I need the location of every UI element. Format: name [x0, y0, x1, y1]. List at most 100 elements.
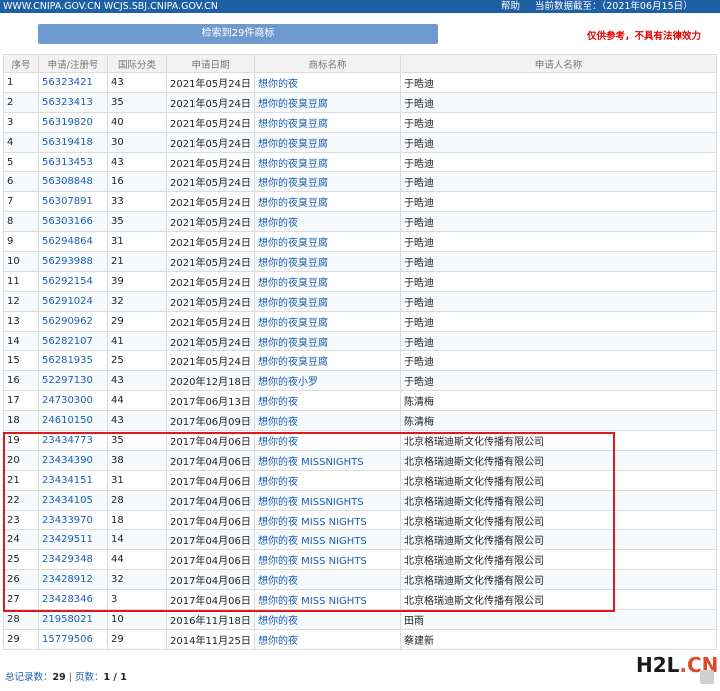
cell-mark-name[interactable]: 想你的夜: [254, 430, 401, 451]
cell-index: 12: [3, 290, 39, 312]
cell-applicant: 于晧迪: [400, 91, 717, 113]
cell-applicant: 陈清梅: [400, 390, 717, 412]
site-urls[interactable]: WWW.CNIPA.GOV.CN WCJS.SBJ.CNIPA.GOV.CN: [3, 0, 218, 13]
cell-class: 28: [107, 489, 167, 511]
cell-reg-number[interactable]: 15779506: [38, 628, 108, 650]
cell-mark-name[interactable]: 想你的夜: [254, 72, 401, 93]
cell-date: 2021年05月24日: [166, 191, 255, 213]
cell-applicant: 于晧迪: [400, 191, 717, 213]
cell-applicant: 于晧迪: [400, 350, 717, 372]
cell-class: 35: [107, 211, 167, 233]
cell-reg-number[interactable]: 56323413: [38, 91, 108, 113]
cell-reg-number[interactable]: 23434390: [38, 449, 108, 471]
cell-reg-number[interactable]: 56290962: [38, 310, 108, 332]
cell-reg-number[interactable]: 23434105: [38, 489, 108, 511]
cell-mark-name[interactable]: 想你的夜 MISS NIGHTS: [254, 529, 401, 551]
cell-reg-number[interactable]: 56282107: [38, 330, 108, 352]
cell-mark-name[interactable]: 想你的夜臭豆腐: [254, 350, 401, 372]
table-row: 26 23428912 32 2017年04月06日 想你的夜 北京格瑞迪斯文化传播有限公…: [3, 569, 717, 591]
cell-date: 2021年05月24日: [166, 111, 255, 133]
table-row: 21 23434151 31 2017年04月06日 想你的夜 北京格瑞迪斯文化传播有限公…: [3, 469, 717, 491]
cell-reg-number[interactable]: 56319820: [38, 111, 108, 133]
cell-index: 2: [3, 91, 39, 113]
cell-mark-name[interactable]: 想你的夜臭豆腐: [254, 131, 401, 153]
table-row: 17 24730300 44 2017年06月13日 想你的夜 陈清梅: [3, 390, 717, 412]
cell-mark-name[interactable]: 想你的夜臭豆腐: [254, 171, 401, 193]
cell-index: 13: [3, 310, 39, 332]
cell-mark-name[interactable]: 想你的夜: [254, 390, 401, 412]
cell-reg-number[interactable]: 23434773: [38, 430, 108, 451]
table-row: 2 56323413 35 2021年05月24日 想你的夜臭豆腐 于晧迪: [3, 91, 717, 113]
cell-date: 2017年04月06日: [166, 469, 255, 491]
cell-reg-number[interactable]: 56307891: [38, 191, 108, 213]
cell-reg-number[interactable]: 23429511: [38, 529, 108, 551]
cell-reg-number[interactable]: 24610150: [38, 410, 108, 432]
cell-class: 10: [107, 609, 167, 630]
pages-value: 1 / 1: [103, 672, 127, 683]
cell-reg-number[interactable]: 52297130: [38, 370, 108, 392]
cell-class: 32: [107, 290, 167, 312]
cell-mark-name[interactable]: 想你的夜小罗: [254, 370, 401, 392]
cell-date: 2021年05月24日: [166, 310, 255, 332]
help-link[interactable]: 帮助: [501, 0, 520, 13]
cell-reg-number[interactable]: 56303166: [38, 211, 108, 233]
cell-mark-name[interactable]: 想你的夜 MISSNIGHTS: [254, 489, 401, 511]
search-result-button[interactable]: 检索到29件商标: [38, 24, 438, 44]
cell-reg-number[interactable]: 56323421: [38, 72, 108, 93]
cell-mark-name[interactable]: 想你的夜臭豆腐: [254, 330, 401, 352]
cell-mark-name[interactable]: 想你的夜: [254, 609, 401, 630]
cell-index: 10: [3, 251, 39, 272]
cell-mark-name[interactable]: 想你的夜臭豆腐: [254, 231, 401, 253]
cell-class: 16: [107, 171, 167, 193]
cell-class: 21: [107, 251, 167, 272]
table-row: 13 56290962 29 2021年05月24日 想你的夜臭豆腐 于晧迪: [3, 310, 717, 332]
cell-reg-number[interactable]: 56291024: [38, 290, 108, 312]
results-table: 序号 申请/注册号 国际分类 申请日期 商标名称 申请人名称 1 56323421…: [3, 54, 717, 650]
cell-reg-number[interactable]: 23428912: [38, 569, 108, 591]
cell-reg-number[interactable]: 56313453: [38, 151, 108, 173]
cell-reg-number[interactable]: 56308848: [38, 171, 108, 193]
cell-mark-name[interactable]: 想你的夜: [254, 410, 401, 432]
cell-class: 33: [107, 191, 167, 213]
cell-mark-name[interactable]: 想你的夜: [254, 211, 401, 233]
cell-mark-name[interactable]: 想你的夜臭豆腐: [254, 251, 401, 272]
cell-reg-number[interactable]: 23428346: [38, 589, 108, 611]
cell-mark-name[interactable]: 想你的夜臭豆腐: [254, 111, 401, 133]
cell-reg-number[interactable]: 56281935: [38, 350, 108, 372]
cell-mark-name[interactable]: 想你的夜臭豆腐: [254, 151, 401, 173]
cell-reg-number[interactable]: 24730300: [38, 390, 108, 412]
cell-mark-name[interactable]: 想你的夜 MISSNIGHTS: [254, 449, 401, 471]
cell-date: 2017年04月06日: [166, 430, 255, 451]
cell-mark-name[interactable]: 想你的夜 MISS NIGHTS: [254, 549, 401, 571]
cell-reg-number[interactable]: 56319418: [38, 131, 108, 153]
cell-class: 14: [107, 529, 167, 551]
cell-index: 28: [3, 609, 39, 630]
cell-index: 6: [3, 171, 39, 193]
cell-reg-number[interactable]: 56292154: [38, 270, 108, 292]
cell-reg-number[interactable]: 21958021: [38, 609, 108, 630]
table-row: 25 23429348 44 2017年04月06日 想你的夜 MISS NIGHTS 北…: [3, 549, 717, 571]
cell-mark-name[interactable]: 想你的夜臭豆腐: [254, 290, 401, 312]
cell-class: 40: [107, 111, 167, 133]
cell-mark-name[interactable]: 想你的夜臭豆腐: [254, 91, 401, 113]
cell-date: 2021年05月24日: [166, 330, 255, 352]
cell-mark-name[interactable]: 想你的夜 MISS NIGHTS: [254, 509, 401, 531]
cell-date: 2021年05月24日: [166, 171, 255, 193]
cell-mark-name[interactable]: 想你的夜臭豆腐: [254, 310, 401, 332]
cell-mark-name[interactable]: 想你的夜: [254, 569, 401, 591]
cell-reg-number[interactable]: 23434151: [38, 469, 108, 491]
cell-date: 2017年04月06日: [166, 569, 255, 591]
cell-mark-name[interactable]: 想你的夜臭豆腐: [254, 270, 401, 292]
cell-date: 2021年05月24日: [166, 251, 255, 272]
cell-reg-number[interactable]: 56293988: [38, 251, 108, 272]
cell-applicant: 于晧迪: [400, 72, 717, 93]
cell-reg-number[interactable]: 23433970: [38, 509, 108, 531]
cell-mark-name[interactable]: 想你的夜 MISS NIGHTS: [254, 589, 401, 611]
cell-mark-name[interactable]: 想你的夜: [254, 469, 401, 491]
cell-class: 43: [107, 72, 167, 93]
table-row: 12 56291024 32 2021年05月24日 想你的夜臭豆腐 于晧迪: [3, 290, 717, 312]
cell-reg-number[interactable]: 56294864: [38, 231, 108, 253]
cell-reg-number[interactable]: 23429348: [38, 549, 108, 571]
cell-mark-name[interactable]: 想你的夜: [254, 628, 401, 650]
cell-mark-name[interactable]: 想你的夜臭豆腐: [254, 191, 401, 213]
